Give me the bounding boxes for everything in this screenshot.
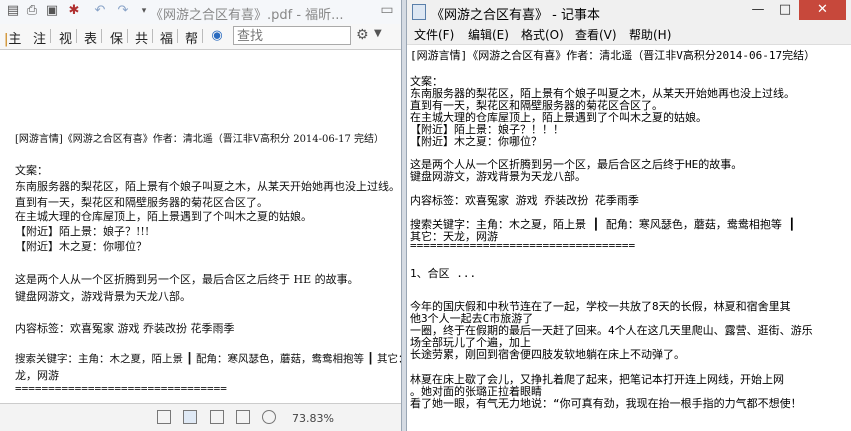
- lightbulb-icon[interactable]: ◉: [209, 28, 225, 44]
- text-line: 看了她一眼，有气无力地说：“你可真有劲，我现在抬一根手指的力气都不想使！: [410, 397, 802, 410]
- tab-share[interactable]: 共: [135, 28, 148, 47]
- tab-separator: [177, 29, 178, 43]
- save-icon[interactable]: ▣: [44, 3, 60, 19]
- pdf-line: 【附近】陌上景：娘子？!!!: [15, 225, 150, 238]
- pdf-line: [网游言情]《网游之合区有喜》作者：清北遥（晋江非V高积分 2014-06-17…: [15, 134, 385, 145]
- pdf-window-title: 《网游之合区有喜》.pdf - 福昕...: [150, 8, 344, 23]
- continuous-page-icon[interactable]: [183, 410, 197, 424]
- search-input[interactable]: 查找: [233, 26, 351, 45]
- open-file-icon[interactable]: ▤: [5, 3, 21, 19]
- tab-separator: [101, 29, 102, 43]
- notepad-title-bar: 《网游之合区有喜》 - 记事本 — □ ✕: [407, 0, 851, 24]
- menu-edit[interactable]: 编辑(E): [468, 26, 509, 43]
- minimize-icon[interactable]: ▭: [379, 2, 395, 20]
- pdf-line: 搜索关键字：主角：木之夏，陌上景 ┃ 配角：寒风瑟色，蘑菇，鸯鸯相抱等 ┃ 其它…: [15, 353, 401, 365]
- text-line: [网游言情]《网游之合区有喜》作者：清北遥（晋江非V高积分2014-06-17完…: [410, 49, 816, 62]
- minimize-icon[interactable]: —: [745, 0, 771, 20]
- undo-icon[interactable]: ↶: [92, 3, 108, 19]
- tab-view[interactable]: 视: [59, 28, 72, 47]
- text-line: 【附近】木之夏：你哪位？: [410, 135, 542, 148]
- notepad-text-area[interactable]: [网游言情]《网游之合区有喜》作者：清北遥（晋江非V高积分2014-06-17完…: [407, 45, 851, 431]
- menu-help[interactable]: 帮助(H): [629, 26, 671, 43]
- text-line: ==================================: [410, 239, 636, 252]
- maximize-icon[interactable]: □: [772, 0, 798, 20]
- menu-file[interactable]: 文件(F): [414, 26, 454, 43]
- close-icon[interactable]: ✕: [799, 0, 846, 20]
- ribbon-tabs: |主 注 视 表 保 共 福 帮 ◉ 查找 ⚙ ▼: [0, 24, 401, 50]
- tab-separator: [152, 29, 153, 43]
- pdf-line: 【附近】木之夏：你哪位？: [15, 240, 147, 253]
- notepad-icon: [412, 4, 426, 20]
- pdf-line: 键盘网游文，游戏背景为天龙八部。: [15, 290, 191, 303]
- tab-help[interactable]: 帮: [185, 28, 198, 47]
- tab-separator: [50, 29, 51, 43]
- tab-separator: [127, 29, 128, 43]
- gear-icon[interactable]: ⚙: [356, 27, 369, 43]
- pdf-line: 东南服务器的梨花区，陌上景有个娘子叫夏之木，从某天开始她再也没上过线。: [15, 180, 400, 193]
- zoom-out-icon[interactable]: [262, 410, 276, 424]
- continuous-facing-icon[interactable]: [236, 410, 250, 424]
- menu-format[interactable]: 格式(O): [521, 26, 564, 43]
- tab-home[interactable]: |主: [4, 28, 21, 47]
- tab-form[interactable]: 表: [84, 28, 97, 47]
- tab-comment[interactable]: 注: [33, 28, 46, 47]
- print-icon[interactable]: ⎙: [24, 3, 40, 19]
- chevron-down-icon[interactable]: ▼: [374, 28, 382, 39]
- text-line: 1、合区 ...: [410, 267, 477, 280]
- new-document-icon[interactable]: ✱: [66, 3, 82, 19]
- tab-separator: [202, 29, 203, 43]
- text-line: 长途劳累，刚回到宿舍便四肢发软地躺在床上不动弹了。: [410, 348, 685, 361]
- pdf-line: 在主城大理的仓库屋顶上，陌上景遇到了个叫木之夏的姑娘。: [15, 210, 312, 223]
- text-line: 内容标签：欢喜冤家 游戏 乔装改扮 花季雨季: [410, 194, 639, 207]
- redo-icon[interactable]: ↷: [115, 3, 131, 19]
- pdf-line: 这是两个人从一个区折腾到另一个区，最后合区之后终于 HE 的故事。: [15, 273, 359, 286]
- single-page-icon[interactable]: [157, 410, 171, 424]
- tab-home-label: 主: [8, 32, 22, 47]
- tab-protect[interactable]: 保: [110, 28, 123, 47]
- zoom-level[interactable]: 73.83%: [292, 412, 334, 425]
- tab-separator: [76, 29, 77, 43]
- pdf-line: 龙，网游: [15, 369, 59, 382]
- pdf-reader-window: ▤ ⎙ ▣ ✱ ↶ ↷ ▾ 《网游之合区有喜》.pdf - 福昕... ▭ |主…: [0, 0, 401, 431]
- menu-view[interactable]: 查看(V): [575, 26, 617, 43]
- pdf-line: 文案：: [15, 164, 48, 177]
- pdf-line: ================================: [15, 382, 227, 395]
- facing-page-icon[interactable]: [210, 410, 224, 424]
- notepad-menu-bar: 文件(F) 编辑(E) 格式(O) 查看(V) 帮助(H): [407, 24, 851, 45]
- text-line: 键盘网游文，游戏背景为天龙八部。: [410, 170, 586, 183]
- pdf-line: 内容标签：欢喜冤家 游戏 乔装改扮 花季雨季: [15, 322, 235, 335]
- pdf-title-bar: ▤ ⎙ ▣ ✱ ↶ ↷ ▾ 《网游之合区有喜》.pdf - 福昕... ▭: [0, 0, 401, 25]
- pdf-page: [网游言情]《网游之合区有喜》作者：清北遥（晋江非V高积分 2014-06-17…: [0, 50, 401, 403]
- tab-foxit[interactable]: 福: [160, 28, 173, 47]
- notepad-window-title: 《网游之合区有喜》 - 记事本: [431, 8, 600, 23]
- pdf-status-bar: 73.83%: [0, 403, 401, 431]
- notepad-window: 《网游之合区有喜》 - 记事本 — □ ✕ 文件(F) 编辑(E) 格式(O) …: [407, 0, 851, 431]
